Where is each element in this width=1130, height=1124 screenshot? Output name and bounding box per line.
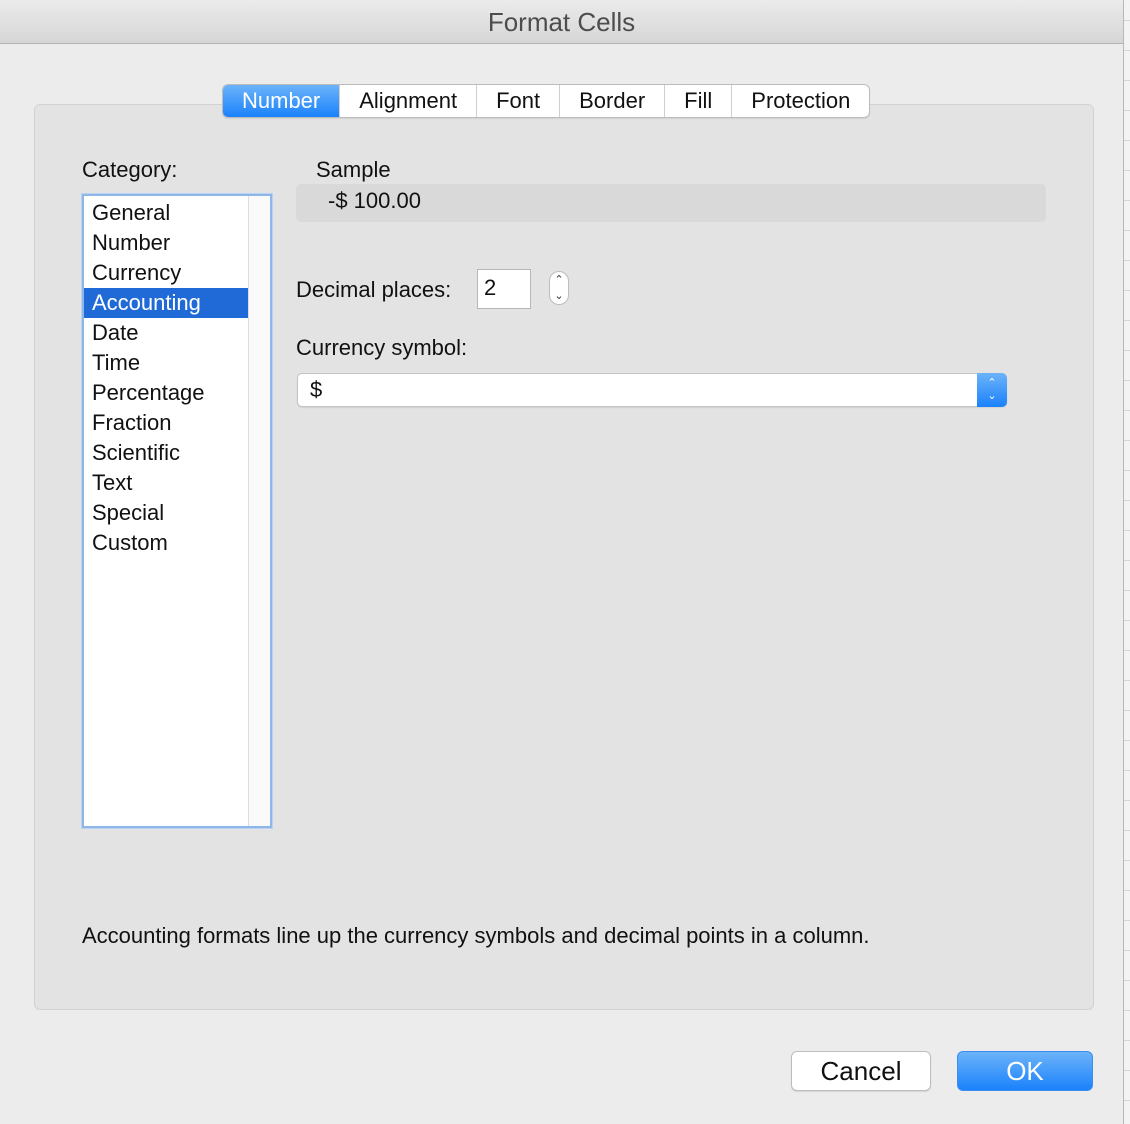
category-list[interactable]: General Number Currency Accounting Date …	[82, 194, 272, 828]
category-item-accounting[interactable]: Accounting	[84, 288, 248, 318]
stepper-down-icon[interactable]: ⌄	[550, 288, 568, 304]
category-list-scrollbar[interactable]	[248, 196, 270, 826]
tab-bar: Number Alignment Font Border Fill Protec…	[222, 84, 871, 118]
tab-font[interactable]: Font	[476, 85, 559, 117]
currency-symbol-select[interactable]: $ ⌃ ⌄	[297, 373, 1007, 407]
tab-alignment[interactable]: Alignment	[339, 85, 476, 117]
sample-preview: -$ 100.00	[296, 184, 1046, 222]
sample-value: -$ 100.00	[328, 188, 421, 213]
category-item-date[interactable]: Date	[84, 318, 248, 348]
window-title: Format Cells	[487, 7, 636, 37]
category-item-currency[interactable]: Currency	[84, 258, 248, 288]
sample-label: Sample	[316, 157, 391, 182]
decimal-places-stepper: ⌃ ⌄	[549, 271, 569, 305]
category-item-fraction[interactable]: Fraction	[84, 408, 248, 438]
currency-symbol-value: $	[310, 377, 323, 402]
category-item-time[interactable]: Time	[84, 348, 248, 378]
tab-fill[interactable]: Fill	[664, 85, 731, 117]
currency-symbol-label: Currency symbol:	[296, 335, 468, 360]
decimal-places-label: Decimal places:	[296, 277, 452, 302]
category-list-items: General Number Currency Accounting Date …	[84, 198, 248, 558]
category-item-percentage[interactable]: Percentage	[84, 378, 248, 408]
ok-button[interactable]: OK	[957, 1051, 1093, 1091]
category-item-scientific[interactable]: Scientific	[84, 438, 248, 468]
category-item-number[interactable]: Number	[84, 228, 248, 258]
category-label: Category:	[82, 157, 178, 182]
format-cells-dialog: Format Cells Number Alignment Font Borde…	[0, 0, 1124, 1124]
tab-protection[interactable]: Protection	[731, 85, 869, 117]
category-description: Accounting formats line up the currency …	[82, 923, 870, 948]
decimal-places-input[interactable]: 2	[477, 269, 531, 309]
tab-number[interactable]: Number	[223, 85, 340, 117]
chevron-up-down-icon[interactable]: ⌃ ⌄	[977, 373, 1007, 407]
category-item-special[interactable]: Special	[84, 498, 248, 528]
tab-border[interactable]: Border	[559, 85, 664, 117]
cancel-button[interactable]: Cancel	[791, 1051, 931, 1091]
stepper-up-icon[interactable]: ⌃	[550, 272, 568, 288]
title-bar: Format Cells	[0, 0, 1123, 44]
category-item-custom[interactable]: Custom	[84, 528, 248, 558]
category-item-general[interactable]: General	[84, 198, 248, 228]
category-item-text[interactable]: Text	[84, 468, 248, 498]
